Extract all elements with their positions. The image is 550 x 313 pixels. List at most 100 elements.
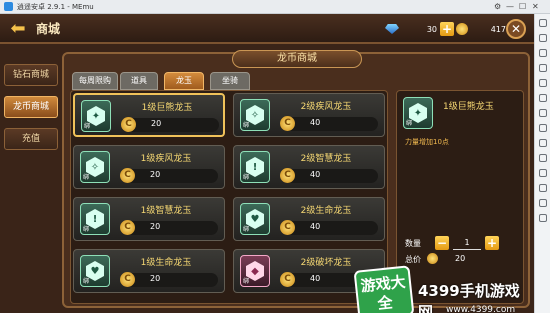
panel-title: 龙币商城 <box>232 50 362 68</box>
item-price: C 40 <box>280 116 378 131</box>
fullscreen-icon[interactable] <box>538 34 547 42</box>
price-value: 20 <box>150 222 161 231</box>
maximize-icon[interactable]: ☐ <box>519 2 526 12</box>
rotate-icon[interactable] <box>538 154 547 162</box>
bound-tag: 绑 <box>243 226 250 233</box>
volume-down-icon[interactable] <box>538 64 547 72</box>
folder-icon[interactable] <box>538 94 547 102</box>
item-name: 2级智慧龙玉 <box>300 154 352 164</box>
price-value: 20 <box>150 274 161 283</box>
dragon-jade-icon: ! 绑 <box>240 151 270 183</box>
emulator-title-bar: 逍遥安卓 2.9.1 - MEmu ⚙ — ☐ ✕ <box>0 0 550 14</box>
more-icon[interactable] <box>538 169 547 177</box>
price-value: 40 <box>310 118 321 127</box>
price-value: 40 <box>310 274 321 283</box>
item-card[interactable]: ♥ 绑 1级生命龙玉 C 20 <box>73 249 225 293</box>
dragon-jade-icon: ✦ 绑 <box>81 100 111 132</box>
item-price: C 20 <box>121 117 219 132</box>
dragon-coin-icon: C <box>280 116 295 131</box>
dragon-jade-icon: ◆ 绑 <box>240 255 270 287</box>
detail-item-name: 1级巨熊龙玉 <box>443 102 494 112</box>
price-value: 40 <box>310 170 321 179</box>
tab-mounts[interactable]: 坐骑 <box>210 72 250 90</box>
item-card[interactable]: ! 绑 1级智慧龙玉 C 20 <box>73 197 225 241</box>
bound-tag: 绑 <box>243 122 250 129</box>
item-card[interactable]: ✦ 绑 1级巨熊龙玉 C 20 <box>73 93 225 137</box>
store-panel: 龙币商城 每周限购 道具 龙玉 坐骑 ✦ 绑 1级巨熊龙玉 C 20 ✧ 绑 2级疾风… <box>62 50 530 308</box>
category-dragon-coin-store[interactable]: 龙币商城 <box>4 96 58 118</box>
quantity-label: 数量 <box>405 239 421 248</box>
home-nav-icon[interactable] <box>538 199 547 207</box>
shake-icon[interactable] <box>538 124 547 132</box>
total-label: 总价 <box>405 255 421 264</box>
window-close-icon[interactable]: ✕ <box>532 2 539 12</box>
item-name: 2级疾风龙玉 <box>300 102 352 112</box>
settings-icon[interactable]: ⚙ <box>494 2 501 12</box>
bound-tag: 绑 <box>83 278 90 285</box>
item-card[interactable]: ! 绑 2级智慧龙玉 C 40 <box>233 145 385 189</box>
screenshot-icon[interactable] <box>538 109 547 117</box>
price-value: 40 <box>310 222 321 231</box>
dragon-jade-icon: ♥ 绑 <box>240 203 270 235</box>
back-nav-icon[interactable] <box>538 184 547 192</box>
quantity-decrease-button[interactable]: − <box>435 236 449 250</box>
item-card[interactable]: ♥ 绑 2级生命龙玉 C 40 <box>233 197 385 241</box>
close-icon[interactable]: ✕ <box>506 19 526 39</box>
item-name: 2级破坏龙玉 <box>300 258 352 268</box>
tab-props[interactable]: 道具 <box>120 72 158 90</box>
add-gems-button[interactable]: + <box>440 22 454 36</box>
gem-balance: 30 + <box>385 21 454 37</box>
bound-tag: 绑 <box>243 278 250 285</box>
watermark-logo: 游戏大全 <box>353 265 415 313</box>
detail-description: 力量增加10点 <box>405 138 449 146</box>
dragon-jade-icon: ✦ 绑 <box>403 97 433 129</box>
item-price: C 20 <box>120 272 218 287</box>
tab-weekly-limited[interactable]: 每周限购 <box>72 72 118 90</box>
item-price: C 40 <box>280 168 378 183</box>
tab-dragon-jade[interactable]: 龙玉 <box>164 72 204 90</box>
item-name: 2级生命龙玉 <box>300 206 352 216</box>
item-card[interactable]: ✧ 绑 2级疾风龙玉 C 40 <box>233 93 385 137</box>
bound-tag: 绑 <box>84 123 91 130</box>
item-detail-panel: ✦ 绑 1级巨熊龙玉 力量增加10点 数量 − 1 + 总价 20 <box>396 90 524 304</box>
item-price: C 20 <box>120 220 218 235</box>
game-screen: ⬅ 商城 30 + 417 + ✕ 钻石商城 龙币商城 充值 龙币商城 每周限购… <box>0 14 534 313</box>
back-arrow-icon[interactable]: ⬅ <box>6 19 30 39</box>
dragon-coin-icon <box>427 253 438 264</box>
item-name: 1级疾风龙玉 <box>140 154 192 164</box>
dragon-jade-icon: ! 绑 <box>80 203 110 235</box>
dragon-coin-icon: C <box>121 117 136 132</box>
price-value: 20 <box>151 119 162 128</box>
item-name: 1级智慧龙玉 <box>140 206 192 216</box>
quantity-input[interactable]: 1 <box>453 236 481 250</box>
emulator-title: 逍遥安卓 2.9.1 - MEmu <box>17 2 94 11</box>
minimize-icon[interactable]: — <box>506 2 514 12</box>
store-title: 商城 <box>36 22 61 36</box>
location-icon[interactable] <box>538 139 547 147</box>
category-recharge[interactable]: 充值 <box>4 128 58 150</box>
item-price: C 20 <box>120 168 218 183</box>
gem-icon <box>385 24 399 34</box>
bound-tag: 绑 <box>406 120 413 127</box>
dragon-coin-icon: C <box>120 220 135 235</box>
bound-tag: 绑 <box>83 174 90 181</box>
item-card[interactable]: ✧ 绑 1级疾风龙玉 C 20 <box>73 145 225 189</box>
dragon-coin-icon: C <box>120 272 135 287</box>
bound-tag: 绑 <box>243 174 250 181</box>
dragon-jade-icon: ✧ 绑 <box>80 151 110 183</box>
dragon-coin-icon: C <box>280 168 295 183</box>
price-value: 20 <box>150 170 161 179</box>
keyboard-icon[interactable] <box>538 19 547 27</box>
item-name: 1级生命龙玉 <box>140 258 192 268</box>
quantity-increase-button[interactable]: + <box>485 236 499 250</box>
dragon-jade-icon: ✧ 绑 <box>240 99 270 131</box>
apk-icon[interactable] <box>538 79 547 87</box>
emulator-side-toolbar <box>534 14 550 313</box>
category-diamond-store[interactable]: 钻石商城 <box>4 64 58 86</box>
dragon-coin-icon: C <box>280 272 295 287</box>
menu-nav-icon[interactable] <box>538 214 547 222</box>
coin-count: 417 <box>490 24 506 34</box>
volume-up-icon[interactable] <box>538 49 547 57</box>
watermark-url: www.4399.com <box>446 305 516 313</box>
dragon-coin-icon: C <box>280 220 295 235</box>
